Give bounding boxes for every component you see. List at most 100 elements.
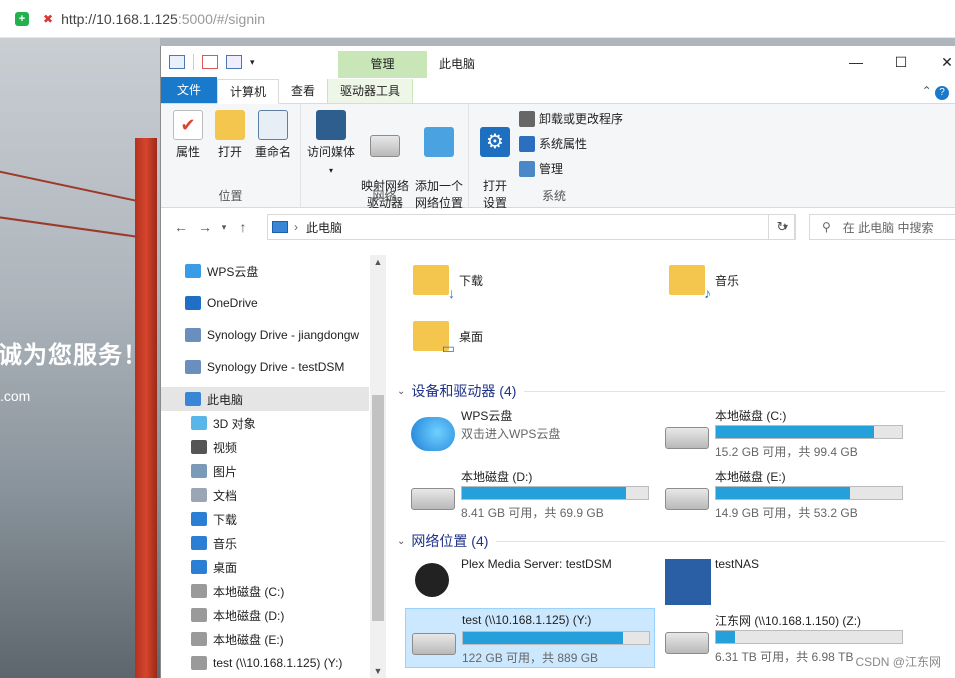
nav-item[interactable]: 此电脑 (161, 387, 369, 411)
drive-tile[interactable]: 本地磁盘 (E:) 14.9 GB 可用，共 53.2 GB (659, 464, 909, 524)
drive-icon (191, 632, 207, 646)
group-label-network: 网络 (372, 189, 397, 203)
nav-item[interactable]: test (\\10.168.1.125) (Y:) (161, 651, 342, 675)
scroll-down-icon[interactable]: ▼ (370, 666, 386, 676)
close-button[interactable]: ✕ (924, 46, 955, 78)
ribbon-collapse-icon[interactable]: ⌃ ? (922, 84, 949, 100)
nav-item[interactable]: 本地磁盘 (E:) (161, 627, 284, 651)
nav-item-label: 3D 对象 (213, 416, 256, 431)
nav-item-label: test (\\10.168.1.125) (Y:) (213, 656, 343, 670)
minimize-button[interactable]: — (833, 46, 879, 78)
folder-music[interactable]: ♪ 音乐 (669, 265, 740, 301)
capacity-fill (716, 631, 735, 643)
up-arrow-icon[interactable]: ↑ (231, 219, 255, 235)
bridge-cable (0, 158, 136, 202)
drive-name: Plex Media Server: testDSM (461, 557, 612, 571)
folder-label: 桌面 (459, 329, 484, 344)
open-button[interactable]: 打开 (213, 110, 247, 161)
access-media-label: 访问媒体 (306, 145, 355, 159)
nav-item[interactable]: 音乐 (161, 531, 237, 555)
nav-item-label: 文档 (213, 488, 238, 503)
quick-access-toolbar: ▾ (169, 54, 255, 70)
nav-item[interactable]: 文档 (161, 483, 237, 507)
computer-icon[interactable] (169, 55, 185, 69)
scroll-up-icon[interactable]: ▲ (370, 257, 386, 267)
maximize-button[interactable]: ☐ (878, 46, 924, 78)
rename-button[interactable]: 重命名 (251, 110, 295, 161)
system-properties-button[interactable]: 系统属性 (519, 135, 587, 152)
music-note-icon: ♪ (704, 285, 711, 301)
browser-url[interactable]: http://10.168.1.125:5000/#/signin (61, 11, 265, 27)
tab-drive-tools[interactable]: 驱动器工具 (327, 79, 414, 103)
manage-button[interactable]: 管理 (519, 160, 563, 177)
system-properties-label: 系统属性 (539, 137, 588, 151)
properties-button[interactable]: ✔ 属性 (169, 110, 207, 161)
nav-item[interactable]: 3D 对象 (161, 411, 256, 435)
nav-item[interactable]: 桌面 (161, 555, 237, 579)
refresh-button[interactable]: ↻ (768, 214, 796, 240)
nav-item[interactable]: 图片 (161, 459, 237, 483)
section-network[interactable]: ⌄ 网络位置 (4) (397, 531, 945, 551)
search-input[interactable]: ⚲ 在 此电脑 中搜索 (809, 214, 955, 240)
nav-item[interactable]: WPS云盘 (161, 259, 258, 283)
network-location-icon (424, 127, 454, 157)
back-arrow-icon[interactable]: ← (169, 219, 193, 235)
group-label-system: 系统 (541, 189, 566, 203)
folder-label: 音乐 (715, 273, 740, 288)
rename-label: 重命名 (254, 145, 291, 159)
chevron-down-icon: ⌄ (397, 385, 406, 397)
folder-label: 下载 (459, 273, 484, 288)
scrollbar-thumb[interactable] (372, 395, 384, 621)
drive-tile[interactable]: 本地磁盘 (D:) 8.41 GB 可用，共 69.9 GB (405, 464, 655, 524)
folder-desktop[interactable]: ▭ 桌面 (413, 321, 484, 356)
uninstall-button[interactable]: 卸载或更改程序 (519, 110, 623, 127)
chevron-down-icon[interactable]: ▾ (250, 57, 255, 68)
cloud-icon (185, 264, 201, 278)
nav-item[interactable]: 本地磁盘 (C:) (161, 579, 284, 603)
breadcrumb-this-pc[interactable]: 此电脑 (306, 219, 342, 236)
nav-item[interactable]: OneDrive (161, 291, 258, 315)
capacity-bar (461, 486, 649, 500)
tab-view[interactable]: 查看 (279, 79, 327, 103)
browser-address-bar[interactable]: + ✖ http://10.168.1.125:5000/#/signin (0, 0, 955, 38)
drive-icon (665, 488, 709, 510)
music-icon (191, 536, 207, 550)
nav-item-label: 此电脑 (207, 392, 244, 407)
onedrive-icon (185, 296, 201, 310)
search-placeholder: 在 此电脑 中搜索 (842, 220, 934, 235)
drive-tile[interactable]: WPS云盘 双击进入WPS云盘 (405, 403, 655, 463)
tab-computer[interactable]: 计算机 (217, 79, 280, 104)
drive-name: test (\\10.168.1.125) (Y:) (462, 613, 592, 627)
drive-tile[interactable]: test (\\10.168.1.125) (Y:) 122 GB 可用，共 88… (405, 608, 655, 668)
context-tab-manage[interactable]: 管理 (338, 51, 427, 78)
forward-arrow-icon[interactable]: → (193, 219, 217, 235)
nav-item[interactable]: Synology Drive - testDSM (161, 355, 344, 379)
properties-icon[interactable] (202, 55, 218, 69)
drive-tile[interactable]: testNAS (659, 553, 909, 613)
address-bar[interactable]: › 此电脑 ▾ (267, 214, 795, 240)
help-icon[interactable]: ? (935, 86, 949, 100)
tab-file[interactable]: 文件 (161, 77, 218, 103)
nav-item[interactable]: Synology Drive - jiangdongw (161, 323, 359, 347)
shield-icon: + (15, 11, 29, 26)
section-devices[interactable]: ⌄ 设备和驱动器 (4) (397, 381, 945, 401)
recent-chevron-icon[interactable]: ▾ (217, 222, 231, 233)
network-drive-icon (191, 656, 207, 670)
capacity-fill (716, 487, 850, 499)
nav-item[interactable]: 视频 (161, 435, 237, 459)
nav-item[interactable]: 本地磁盘 (D:) (161, 603, 284, 627)
access-media-button[interactable]: 访问媒体 ▾ (305, 110, 357, 179)
navigation-scrollbar[interactable]: ▲ ▼ (370, 255, 386, 678)
nav-item[interactable]: 下载 (161, 507, 237, 531)
bridge-cable (0, 208, 139, 238)
drive-tile[interactable]: Plex Media Server: testDSM (405, 553, 655, 613)
document-icon (191, 488, 207, 502)
breadcrumb-chevron-icon[interactable]: › (294, 220, 298, 234)
page-background: 诚为您服务！ .com (0, 38, 160, 678)
nav-item-label: OneDrive (207, 296, 258, 310)
synology-drive-icon (185, 328, 201, 342)
new-folder-icon[interactable] (226, 55, 242, 69)
search-icon: ⚲ (822, 220, 831, 234)
drive-tile[interactable]: 本地磁盘 (C:) 15.2 GB 可用，共 99.4 GB (659, 403, 909, 463)
folder-downloads[interactable]: ↓ 下载 (413, 265, 484, 301)
